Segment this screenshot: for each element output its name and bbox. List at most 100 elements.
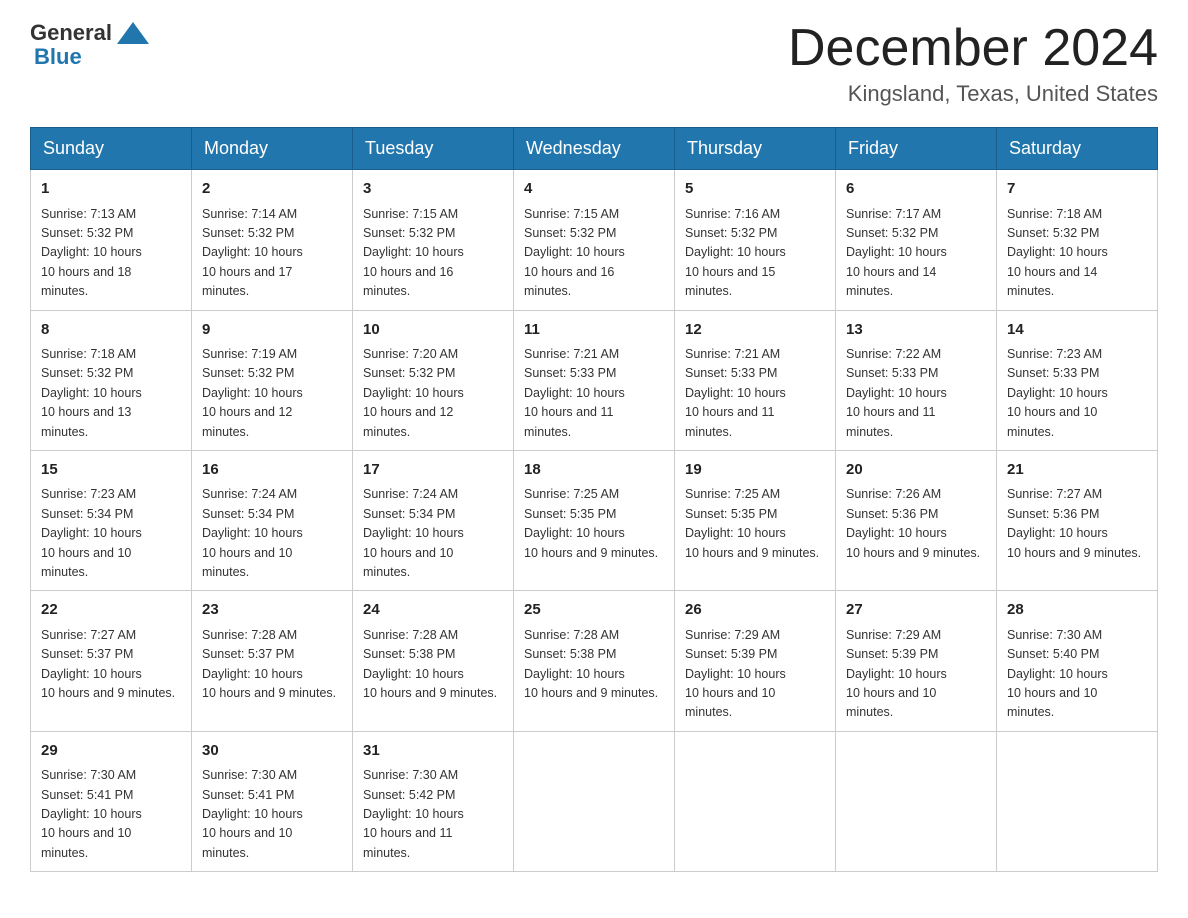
calendar-day-cell: 18 Sunrise: 7:25 AMSunset: 5:35 PMDaylig…	[514, 450, 675, 590]
calendar-week-row: 8 Sunrise: 7:18 AMSunset: 5:32 PMDayligh…	[31, 310, 1158, 450]
logo-general: General	[30, 20, 112, 46]
calendar-day-cell: 7 Sunrise: 7:18 AMSunset: 5:32 PMDayligh…	[997, 170, 1158, 310]
calendar-day-cell: 24 Sunrise: 7:28 AMSunset: 5:38 PMDaylig…	[353, 591, 514, 731]
calendar-day-cell: 12 Sunrise: 7:21 AMSunset: 5:33 PMDaylig…	[675, 310, 836, 450]
calendar-day-cell: 2 Sunrise: 7:14 AMSunset: 5:32 PMDayligh…	[192, 170, 353, 310]
day-info: Sunrise: 7:27 AMSunset: 5:36 PMDaylight:…	[1007, 485, 1147, 563]
day-number: 28	[1007, 599, 1147, 622]
calendar-day-cell: 3 Sunrise: 7:15 AMSunset: 5:32 PMDayligh…	[353, 170, 514, 310]
day-number: 7	[1007, 178, 1147, 201]
day-number: 23	[202, 599, 342, 622]
day-info: Sunrise: 7:29 AMSunset: 5:39 PMDaylight:…	[685, 626, 825, 723]
calendar-day-cell: 23 Sunrise: 7:28 AMSunset: 5:37 PMDaylig…	[192, 591, 353, 731]
day-info: Sunrise: 7:21 AMSunset: 5:33 PMDaylight:…	[685, 345, 825, 442]
day-number: 14	[1007, 319, 1147, 342]
day-number: 6	[846, 178, 986, 201]
calendar-day-cell: 30 Sunrise: 7:30 AMSunset: 5:41 PMDaylig…	[192, 731, 353, 871]
day-info: Sunrise: 7:29 AMSunset: 5:39 PMDaylight:…	[846, 626, 986, 723]
weekday-header-monday: Monday	[192, 128, 353, 170]
calendar-day-cell: 10 Sunrise: 7:20 AMSunset: 5:32 PMDaylig…	[353, 310, 514, 450]
day-number: 3	[363, 178, 503, 201]
calendar-day-cell: 28 Sunrise: 7:30 AMSunset: 5:40 PMDaylig…	[997, 591, 1158, 731]
day-number: 9	[202, 319, 342, 342]
day-number: 12	[685, 319, 825, 342]
day-number: 29	[41, 740, 181, 763]
logo-text: General	[30, 20, 149, 46]
day-info: Sunrise: 7:13 AMSunset: 5:32 PMDaylight:…	[41, 205, 181, 302]
calendar-day-cell	[514, 731, 675, 871]
calendar-day-cell: 22 Sunrise: 7:27 AMSunset: 5:37 PMDaylig…	[31, 591, 192, 731]
logo: General Blue	[30, 20, 149, 70]
day-number: 8	[41, 319, 181, 342]
day-info: Sunrise: 7:30 AMSunset: 5:41 PMDaylight:…	[202, 766, 342, 863]
day-number: 4	[524, 178, 664, 201]
calendar-day-cell: 26 Sunrise: 7:29 AMSunset: 5:39 PMDaylig…	[675, 591, 836, 731]
calendar-week-row: 29 Sunrise: 7:30 AMSunset: 5:41 PMDaylig…	[31, 731, 1158, 871]
calendar-day-cell: 20 Sunrise: 7:26 AMSunset: 5:36 PMDaylig…	[836, 450, 997, 590]
day-info: Sunrise: 7:22 AMSunset: 5:33 PMDaylight:…	[846, 345, 986, 442]
day-info: Sunrise: 7:18 AMSunset: 5:32 PMDaylight:…	[1007, 205, 1147, 302]
day-number: 10	[363, 319, 503, 342]
calendar-day-cell	[997, 731, 1158, 871]
day-number: 19	[685, 459, 825, 482]
calendar-day-cell: 21 Sunrise: 7:27 AMSunset: 5:36 PMDaylig…	[997, 450, 1158, 590]
logo-blue-text: Blue	[34, 44, 82, 70]
day-number: 24	[363, 599, 503, 622]
day-number: 16	[202, 459, 342, 482]
calendar-day-cell: 16 Sunrise: 7:24 AMSunset: 5:34 PMDaylig…	[192, 450, 353, 590]
calendar-day-cell: 29 Sunrise: 7:30 AMSunset: 5:41 PMDaylig…	[31, 731, 192, 871]
calendar-day-cell: 13 Sunrise: 7:22 AMSunset: 5:33 PMDaylig…	[836, 310, 997, 450]
calendar-day-cell: 8 Sunrise: 7:18 AMSunset: 5:32 PMDayligh…	[31, 310, 192, 450]
day-info: Sunrise: 7:24 AMSunset: 5:34 PMDaylight:…	[202, 485, 342, 582]
calendar-day-cell: 11 Sunrise: 7:21 AMSunset: 5:33 PMDaylig…	[514, 310, 675, 450]
day-info: Sunrise: 7:15 AMSunset: 5:32 PMDaylight:…	[363, 205, 503, 302]
logo-triangle-icon	[117, 22, 149, 44]
weekday-header-sunday: Sunday	[31, 128, 192, 170]
day-info: Sunrise: 7:21 AMSunset: 5:33 PMDaylight:…	[524, 345, 664, 442]
day-info: Sunrise: 7:26 AMSunset: 5:36 PMDaylight:…	[846, 485, 986, 563]
day-number: 30	[202, 740, 342, 763]
day-info: Sunrise: 7:20 AMSunset: 5:32 PMDaylight:…	[363, 345, 503, 442]
day-number: 1	[41, 178, 181, 201]
day-info: Sunrise: 7:15 AMSunset: 5:32 PMDaylight:…	[524, 205, 664, 302]
calendar-day-cell: 4 Sunrise: 7:15 AMSunset: 5:32 PMDayligh…	[514, 170, 675, 310]
day-info: Sunrise: 7:23 AMSunset: 5:33 PMDaylight:…	[1007, 345, 1147, 442]
day-info: Sunrise: 7:25 AMSunset: 5:35 PMDaylight:…	[685, 485, 825, 563]
day-info: Sunrise: 7:27 AMSunset: 5:37 PMDaylight:…	[41, 626, 181, 704]
day-info: Sunrise: 7:24 AMSunset: 5:34 PMDaylight:…	[363, 485, 503, 582]
day-info: Sunrise: 7:30 AMSunset: 5:41 PMDaylight:…	[41, 766, 181, 863]
calendar-day-cell: 25 Sunrise: 7:28 AMSunset: 5:38 PMDaylig…	[514, 591, 675, 731]
day-number: 2	[202, 178, 342, 201]
weekday-header-wednesday: Wednesday	[514, 128, 675, 170]
day-info: Sunrise: 7:25 AMSunset: 5:35 PMDaylight:…	[524, 485, 664, 563]
day-info: Sunrise: 7:23 AMSunset: 5:34 PMDaylight:…	[41, 485, 181, 582]
title-area: December 2024 Kingsland, Texas, United S…	[788, 20, 1158, 107]
day-number: 27	[846, 599, 986, 622]
page-header: General Blue December 2024 Kingsland, Te…	[30, 20, 1158, 107]
day-info: Sunrise: 7:18 AMSunset: 5:32 PMDaylight:…	[41, 345, 181, 442]
day-number: 17	[363, 459, 503, 482]
calendar-week-row: 15 Sunrise: 7:23 AMSunset: 5:34 PMDaylig…	[31, 450, 1158, 590]
day-number: 31	[363, 740, 503, 763]
day-info: Sunrise: 7:19 AMSunset: 5:32 PMDaylight:…	[202, 345, 342, 442]
calendar-table: SundayMondayTuesdayWednesdayThursdayFrid…	[30, 127, 1158, 872]
day-number: 25	[524, 599, 664, 622]
day-info: Sunrise: 7:28 AMSunset: 5:38 PMDaylight:…	[363, 626, 503, 704]
calendar-day-cell: 9 Sunrise: 7:19 AMSunset: 5:32 PMDayligh…	[192, 310, 353, 450]
location-text: Kingsland, Texas, United States	[788, 81, 1158, 107]
day-number: 15	[41, 459, 181, 482]
day-number: 11	[524, 319, 664, 342]
weekday-header-tuesday: Tuesday	[353, 128, 514, 170]
day-number: 22	[41, 599, 181, 622]
day-number: 20	[846, 459, 986, 482]
calendar-day-cell: 1 Sunrise: 7:13 AMSunset: 5:32 PMDayligh…	[31, 170, 192, 310]
calendar-day-cell: 27 Sunrise: 7:29 AMSunset: 5:39 PMDaylig…	[836, 591, 997, 731]
day-info: Sunrise: 7:28 AMSunset: 5:38 PMDaylight:…	[524, 626, 664, 704]
day-number: 13	[846, 319, 986, 342]
day-info: Sunrise: 7:17 AMSunset: 5:32 PMDaylight:…	[846, 205, 986, 302]
day-number: 18	[524, 459, 664, 482]
day-info: Sunrise: 7:14 AMSunset: 5:32 PMDaylight:…	[202, 205, 342, 302]
calendar-day-cell	[675, 731, 836, 871]
calendar-day-cell: 31 Sunrise: 7:30 AMSunset: 5:42 PMDaylig…	[353, 731, 514, 871]
day-info: Sunrise: 7:30 AMSunset: 5:40 PMDaylight:…	[1007, 626, 1147, 723]
